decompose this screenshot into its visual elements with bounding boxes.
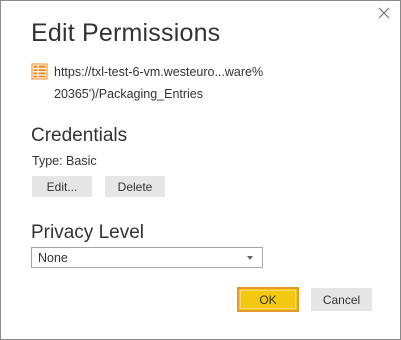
privacy-level-value: None — [38, 250, 68, 265]
edit-button[interactable]: Edit... — [32, 176, 92, 197]
cancel-button[interactable]: Cancel — [311, 288, 372, 311]
chevron-down-icon — [247, 256, 253, 260]
credential-type: Type: Basic — [32, 154, 97, 168]
dialog-title: Edit Permissions — [31, 19, 221, 47]
table-icon — [31, 63, 48, 80]
delete-button[interactable]: Delete — [105, 176, 165, 197]
credentials-heading: Credentials — [31, 125, 128, 146]
source-url-line2: 20365')/Packaging_Entries — [54, 87, 204, 101]
privacy-level-heading: Privacy Level — [31, 222, 144, 243]
ok-button[interactable]: OK — [237, 287, 299, 312]
privacy-level-select[interactable]: None — [31, 247, 263, 268]
source-url-line1: https://txl-test-6-vm.westeuro...ware% — [54, 65, 264, 79]
edit-permissions-dialog: Edit Permissions https://txl-test-6-vm.w… — [0, 0, 401, 340]
close-icon[interactable] — [377, 6, 391, 20]
